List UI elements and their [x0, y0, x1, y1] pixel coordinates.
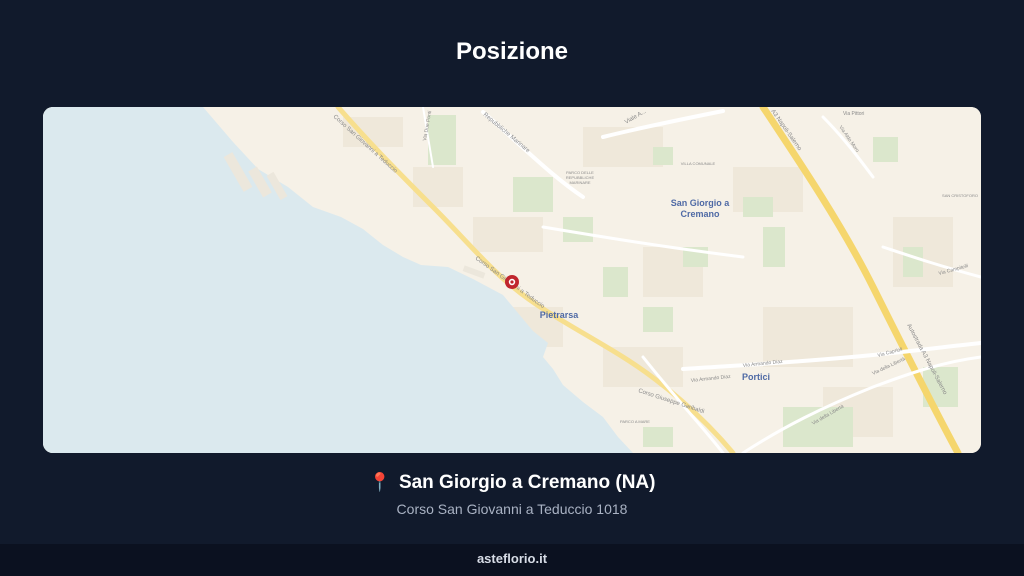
- location-address: Corso San Giovanni a Teduccio 1018: [396, 501, 628, 517]
- label-portici: Portici: [742, 372, 770, 382]
- label-parco-3: MARINARE: [569, 180, 590, 185]
- footer-site-link[interactable]: asteflorio.it: [477, 551, 547, 566]
- label-san-cristoforo: SAN CRISTOFORO: [942, 193, 978, 198]
- map-canvas[interactable]: San Giorgio a Cremano Pietrarsa Portici …: [43, 107, 981, 453]
- label-pietrarsa: Pietrarsa: [540, 310, 580, 320]
- page-title: Posizione: [455, 38, 569, 65]
- label-parco-mare: PARCO A MARE: [620, 419, 650, 424]
- location-marker-icon[interactable]: [505, 275, 519, 289]
- map-view[interactable]: San Giorgio a Cremano Pietrarsa Portici …: [43, 107, 981, 453]
- footer: asteflorio.it: [0, 544, 1024, 576]
- location-heading: 📍 San Giorgio a Cremano (NA): [0, 472, 1024, 494]
- label-cremano: Cremano: [680, 209, 720, 219]
- location-name: San Giorgio a Cremano (NA): [398, 472, 656, 493]
- label-via-pittori: Via Pittori: [843, 111, 864, 117]
- label-villa-comunale: VILLA COMUNALE: [681, 161, 716, 166]
- pushpin-icon: 📍: [368, 472, 391, 492]
- label-san-giorgio: San Giorgio a: [671, 198, 731, 208]
